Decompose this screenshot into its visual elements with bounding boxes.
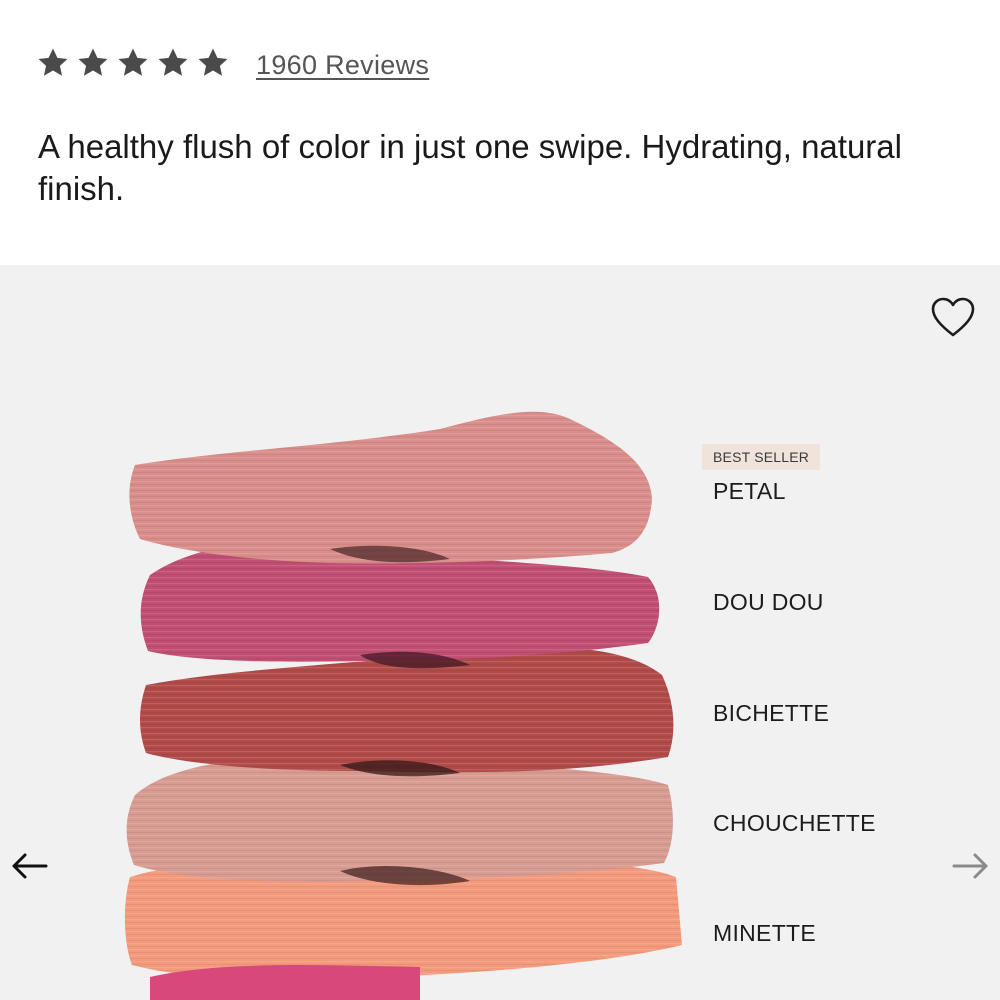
- star-icon: [196, 46, 230, 80]
- swatch-image: [0, 265, 700, 1000]
- arrow-left-icon[interactable]: [9, 851, 49, 881]
- star-rating[interactable]: [36, 46, 230, 80]
- best-seller-badge: BEST SELLER: [702, 444, 821, 470]
- star-icon: [156, 46, 190, 80]
- shade-gallery: BEST SELLER PETAL DOU DOU BICHETTE CHOUC…: [0, 265, 1000, 1000]
- swatch-petal: [129, 411, 652, 564]
- star-icon: [116, 46, 150, 80]
- star-icon: [76, 46, 110, 80]
- arrow-right-icon[interactable]: [951, 851, 991, 881]
- star-icon: [36, 46, 70, 80]
- shade-list: BEST SELLER PETAL DOU DOU BICHETTE CHOUC…: [702, 265, 973, 1000]
- shade-option-dou-dou[interactable]: DOU DOU: [713, 589, 824, 616]
- shade-option-petal[interactable]: PETAL: [713, 478, 786, 505]
- product-description: A healthy flush of color in just one swi…: [38, 128, 902, 207]
- shade-option-bichette[interactable]: BICHETTE: [713, 700, 829, 727]
- reviews-link[interactable]: 1960 Reviews: [256, 50, 429, 81]
- product-summary: 1960 Reviews A healthy flush of color in…: [0, 0, 1000, 265]
- shade-option-minette[interactable]: MINETTE: [713, 920, 816, 947]
- shade-option-chouchette[interactable]: CHOUCHETTE: [713, 810, 876, 837]
